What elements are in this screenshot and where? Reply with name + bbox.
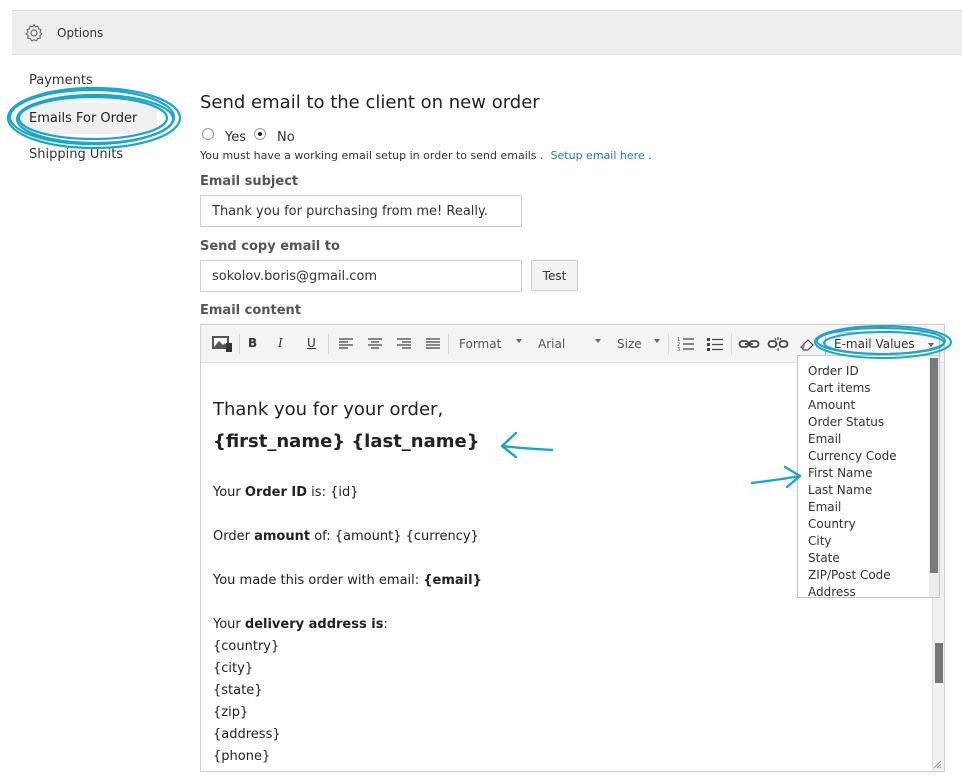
email-values-dropdown[interactable]: E-mail Values	[825, 332, 940, 356]
options-title: Options	[57, 26, 104, 40]
list-item[interactable]: Last Name	[808, 483, 872, 497]
text-run: Your	[213, 617, 245, 632]
send-copy-label: Send copy email to	[200, 239, 340, 254]
text-run-bold: Order ID	[244, 485, 308, 500]
sidebar-item-shipping-units[interactable]: Shipping Units	[29, 147, 123, 162]
resize-grip-icon[interactable]	[933, 760, 942, 769]
note-text: You must have a working email setup in o…	[200, 149, 544, 162]
list-item[interactable]: First Name	[808, 466, 872, 480]
font-dropdown[interactable]: Arial	[538, 337, 565, 351]
dropdown-scrollbar[interactable]	[929, 356, 939, 597]
text-run-bold: delivery address is	[244, 617, 384, 632]
field-city: {city}	[213, 661, 254, 676]
toolbar-separator	[448, 334, 449, 354]
email-subject-input[interactable]: Thank you for purchasing from me! Really…	[200, 195, 522, 227]
page-title: Send email to the client on new order	[200, 92, 540, 113]
field-zip: {zip}	[213, 705, 249, 720]
unordered-list-icon[interactable]	[706, 334, 724, 354]
name-placeholder-line: {first_name} {last_name}	[213, 431, 480, 452]
eraser-icon[interactable]	[799, 334, 815, 354]
gear-icon	[25, 23, 43, 42]
toolbar-separator	[239, 334, 240, 354]
setup-email-link[interactable]: Setup email here	[551, 149, 645, 162]
toolbar-separator	[328, 334, 329, 354]
greeting-line: Thank you for your order,	[213, 399, 444, 420]
align-right-icon[interactable]	[396, 334, 412, 354]
list-item[interactable]: State	[808, 551, 840, 565]
amount-line: Order amount of: {amount} {currency}	[213, 529, 479, 544]
note-end: .	[648, 149, 652, 162]
justify-icon[interactable]	[425, 334, 441, 354]
email-values-label: E-mail Values	[834, 337, 915, 351]
scrollbar-thumb[interactable]	[930, 358, 938, 573]
email-content-label: Email content	[200, 303, 302, 318]
image-icon[interactable]	[211, 334, 233, 354]
text-run: Your	[213, 485, 245, 500]
field-country: {country}	[213, 639, 280, 654]
text-run-bold: {email}	[423, 573, 482, 588]
text-run: :	[383, 617, 388, 632]
sidebar-item-payments[interactable]: Payments	[29, 73, 93, 88]
format-dropdown[interactable]: Format	[459, 337, 501, 351]
scrollbar-thumb[interactable]	[935, 643, 943, 683]
test-button[interactable]: Test	[531, 260, 578, 291]
sidebar-item-label: Shipping Units	[29, 147, 124, 162]
align-left-icon[interactable]	[338, 334, 354, 354]
radio-no-label: No	[277, 130, 295, 145]
chevron-down-icon	[654, 339, 660, 343]
bold-icon[interactable]: B	[248, 334, 260, 354]
text-run: You made this order with email:	[213, 573, 424, 588]
italic-icon[interactable]: I	[278, 334, 290, 354]
sidebar-item-label: Emails For Order	[29, 111, 138, 126]
list-item[interactable]: Currency Code	[808, 449, 897, 463]
radio-yes[interactable]	[202, 128, 214, 140]
text-run: Order	[213, 529, 255, 544]
list-item[interactable]: Cart items	[808, 381, 871, 395]
list-item[interactable]: Order Status	[808, 415, 884, 429]
field-phone: {phone}	[213, 749, 271, 764]
email-setup-note: You must have a working email setup in o…	[200, 149, 652, 162]
options-header: Options	[12, 10, 962, 55]
unlink-icon[interactable]	[767, 334, 789, 354]
toolbar-separator	[668, 334, 669, 354]
text-run: is: {id}	[307, 485, 359, 500]
send-copy-input[interactable]: sokolov.boris@gmail.com	[200, 260, 522, 292]
list-item[interactable]: Email	[808, 432, 841, 446]
underline-icon[interactable]: U	[307, 334, 319, 354]
align-center-icon[interactable]	[367, 334, 383, 354]
chevron-down-icon	[595, 339, 601, 343]
radio-yes-label: Yes	[225, 130, 246, 145]
order-id-line: Your Order ID is: {id}	[213, 485, 358, 500]
email-subject-label: Email subject	[200, 174, 299, 189]
list-item[interactable]: City	[808, 534, 832, 548]
link-icon[interactable]	[738, 334, 760, 354]
chevron-down-icon	[928, 343, 934, 347]
field-state: {state}	[213, 683, 263, 698]
sidebar-item-label: Payments	[29, 73, 93, 88]
radio-no[interactable]	[254, 128, 266, 140]
list-item[interactable]: ZIP/Post Code	[808, 568, 891, 582]
email-line: You made this order with email: {email}	[213, 573, 482, 588]
list-item[interactable]: Address	[808, 585, 856, 597]
list-item[interactable]: Country	[808, 517, 856, 531]
list-item[interactable]: Amount	[808, 398, 855, 412]
svg-text:3: 3	[677, 347, 680, 353]
text-run: of: {amount} {currency}	[310, 529, 479, 544]
ordered-list-icon[interactable]: 1 2 3	[677, 334, 695, 354]
email-values-list[interactable]: Order ID Cart items Amount Order Status …	[797, 355, 940, 598]
delivery-line: Your delivery address is:	[213, 617, 388, 632]
field-address: {address}	[213, 727, 281, 742]
list-item[interactable]: Email	[808, 500, 841, 514]
list-item[interactable]: Order ID	[808, 364, 859, 378]
toolbar-separator	[731, 334, 732, 354]
sidebar-item-emails-for-order[interactable]: Emails For Order	[21, 103, 157, 134]
size-dropdown[interactable]: Size	[617, 337, 642, 351]
chevron-down-icon	[516, 339, 522, 343]
text-run-bold: amount	[254, 529, 311, 544]
